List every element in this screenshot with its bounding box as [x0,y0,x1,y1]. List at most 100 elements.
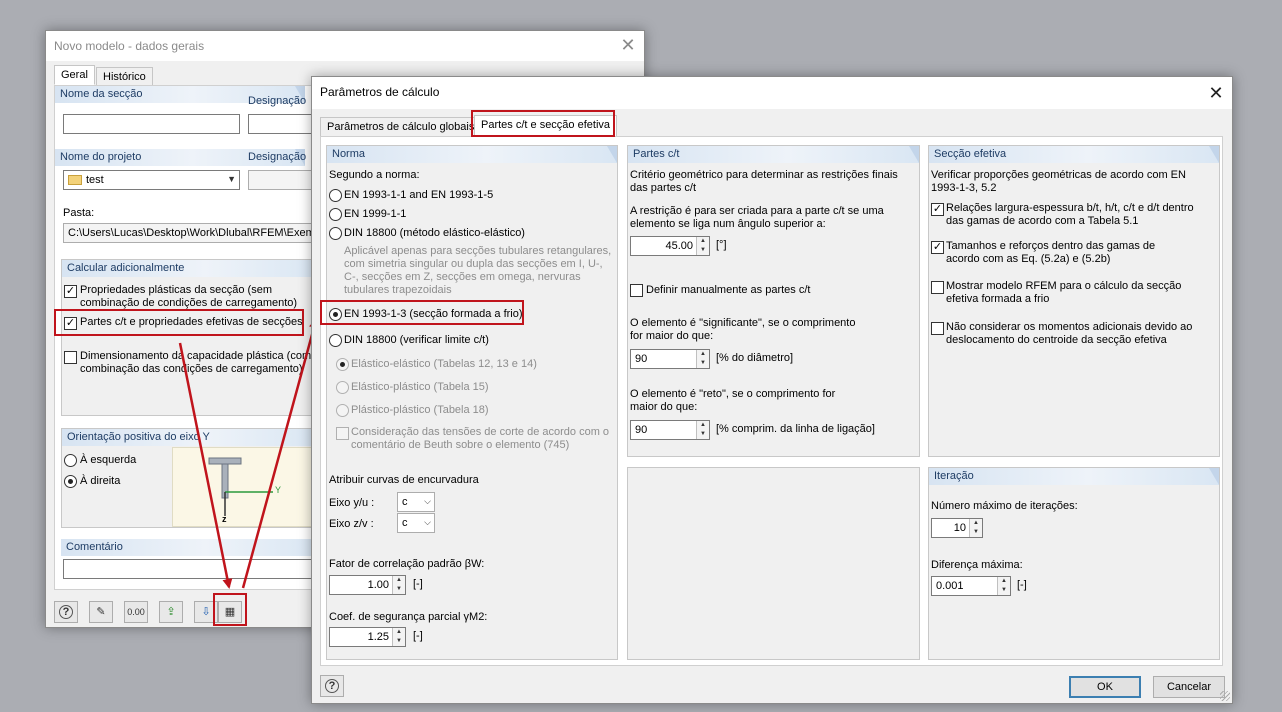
window-title: Novo modelo - dados gerais [54,39,205,53]
radio-din18800-ct[interactable] [329,334,342,347]
spinner-icon[interactable]: ▲ ▼ [392,628,405,646]
shear-stress-checkbox[interactable] [336,427,349,440]
units-button[interactable]: 0.00 [124,601,148,623]
tab-global-params[interactable]: Parâmetros de cálculo globais [320,117,482,137]
edit-button[interactable]: ✎ [89,601,113,623]
cancel-button[interactable]: Cancelar [1153,676,1225,698]
spinner-icon[interactable]: ▲ ▼ [696,350,709,368]
spinner-icon[interactable]: ▲ ▼ [696,421,709,439]
help-button[interactable]: ? [54,601,78,623]
radio-plastic-plastic[interactable] [336,404,349,417]
ct-manual-label: Definir manualmente as partes c/t [646,284,811,296]
effective-section-group: Secção efetiva Verificar proporções geom… [928,145,1220,457]
spinner-icon[interactable]: ▲ ▼ [392,576,405,594]
gamma-input[interactable]: 1.25 ▲ ▼ [329,627,406,647]
norm-header: Norma [327,146,617,163]
max-difference-input[interactable]: 0.001 ▲ ▼ [931,576,1011,596]
ct-straight-value: 90 [635,424,648,436]
axis-left-radio[interactable] [64,454,77,467]
max-difference-unit: [-] [1017,579,1027,591]
show-rfem-model-checkbox[interactable] [931,281,944,294]
comment-input[interactable] [63,559,325,579]
ct-significant-input[interactable]: 90 ▲ ▼ [630,349,710,369]
axis-y-label: Y [275,485,282,495]
resize-grip[interactable] [1220,691,1230,701]
effective-desc: Verificar proporções geométricas de acor… [931,169,1186,194]
gamma-unit: [-] [413,630,423,642]
shear-stress-label: Consideração das tensões de corte de aco… [351,426,610,451]
axis-z-label: z [222,514,227,524]
close-icon[interactable]: ✕ [618,35,638,55]
radio-en1993-1-1[interactable] [329,189,342,202]
section-name-input[interactable] [63,114,240,134]
ct-straight-input[interactable]: 90 ▲ ▼ [630,420,710,440]
label-din18800-elastic: DIN 18800 (método elástico-elástico) [344,227,525,239]
radio-din18800-elastic[interactable] [329,227,342,240]
folder-path-input: C:\Users\Lucas\Desktop\Work\Dlubal\RFEM\… [63,223,325,243]
spinner-icon[interactable]: ▲ ▼ [696,237,709,255]
empty-group [627,467,920,660]
radio-elastic-plastic[interactable] [336,381,349,394]
dialog-tab-content: Norma Segundo a norma: EN 1993-1-1 and E… [320,136,1223,666]
export-button[interactable]: ⇪ [159,601,183,623]
sizes-stiffeners-checkbox[interactable]: ✓ [931,241,944,254]
iteration-header: Iteração [929,468,1219,485]
effective-header: Secção efetiva [929,146,1219,163]
calc-group: Calcular adicionalmente ✓ Propriedades p… [61,259,323,416]
buckling-curves-label: Atribuir curvas de encurvadura [329,474,479,486]
project-name-label: Nome do projeto [60,151,142,163]
project-value: test [86,174,104,186]
edit-icon: ✎ [96,606,106,618]
radio-elastic-elastic[interactable] [336,358,349,371]
ct-title: Partes c/t [633,148,680,160]
label-elastic-elastic: Elástico-elástico (Tabelas 12, 13 e 14) [351,358,537,370]
dialog-title-bar: Parâmetros de cálculo ✕ [312,77,1232,109]
ct-significant-unit: [% do diâmetro] [716,352,794,364]
correlation-value: 1.00 [367,579,389,591]
axis-left-label: À esquerda [80,454,137,466]
ignore-moments-checkbox[interactable] [931,322,944,335]
axis-preview: Y z [172,447,322,527]
help-icon: ? [325,679,339,693]
ct-manual-checkbox[interactable] [630,284,643,297]
iteration-title: Iteração [934,470,974,482]
max-iterations-input[interactable]: 10 ▲ ▼ [931,518,983,538]
axis-group-title: Orientação positiva do eixo Y [67,431,210,443]
highlight-settings-button [213,593,247,626]
dialog-help-button[interactable]: ? [320,675,344,697]
correlation-input[interactable]: 1.00 ▲ ▼ [329,575,406,595]
norm-group: Norma Segundo a norma: EN 1993-1-1 and E… [326,145,618,660]
label-en1993-1-1: EN 1993-1-1 and EN 1993-1-5 [344,189,494,201]
label-din18800-ct: DIN 18800 (verificar limite c/t) [344,334,489,346]
axis-right-radio[interactable] [64,475,77,488]
spinner-icon[interactable]: ▲ ▼ [969,519,982,537]
highlight-ct-tab [471,110,615,137]
correlation-label: Fator de correlação padrão βW: [329,558,485,570]
axis-yu-select[interactable]: c ⌵ [397,492,435,512]
close-icon[interactable]: ✕ [1206,83,1226,103]
designation-input[interactable] [248,114,318,134]
tab-geral[interactable]: Geral [54,65,95,85]
ct-angle-input[interactable]: 45.00 ▲ ▼ [630,236,710,256]
max-difference-value: 0.001 [936,580,964,592]
axis-group-header: Orientação positiva do eixo Y [62,429,322,446]
axis-zv-select[interactable]: c ⌵ [397,513,435,533]
folder-label: Pasta: [63,207,95,219]
dialog-title: Parâmetros de cálculo [320,85,440,99]
ok-button[interactable]: OK [1069,676,1141,698]
width-thickness-label: Relações largura-espessura b/t, h/t, c/t… [946,202,1194,227]
plastic-capacity-checkbox[interactable] [64,351,77,364]
project-combo[interactable]: test ▼ [63,170,240,190]
axis-zv-value: c [402,517,408,529]
ct-straight-unit: [% comprim. da linha de ligação] [716,423,875,435]
spinner-icon[interactable]: ▲ ▼ [997,577,1010,595]
radio-en1999[interactable] [329,208,342,221]
gamma-value: 1.25 [367,631,389,643]
width-thickness-checkbox[interactable]: ✓ [931,203,944,216]
ct-desc: Critério geométrico para determinar as r… [630,169,898,194]
plastic-properties-checkbox[interactable]: ✓ [64,285,77,298]
plastic-properties-label: Propriedades plásticas da secção (sem co… [80,284,298,309]
axis-zv-label: Eixo z/v : [329,518,374,530]
gamma-label: Coef. de segurança parcial γM2: [329,611,488,623]
tab-historico[interactable]: Histórico [96,67,153,87]
